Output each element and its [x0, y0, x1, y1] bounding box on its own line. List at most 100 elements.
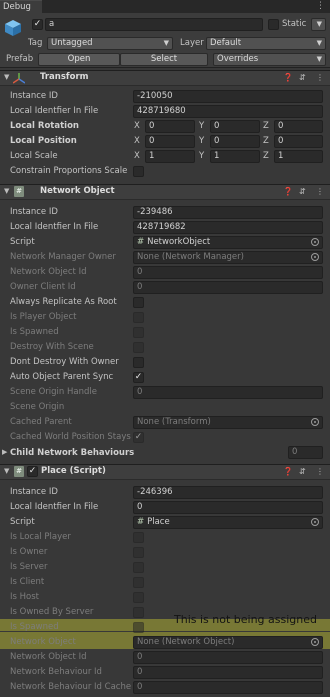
object-picker-icon[interactable]: [311, 518, 319, 526]
network-object-foldout-icon[interactable]: ▼: [4, 184, 9, 199]
tag-dropdown[interactable]: Untagged ▼: [47, 37, 173, 50]
position-y-label[interactable]: Y: [199, 135, 204, 147]
prefab-overrides-dropdown[interactable]: Overrides ▼: [213, 53, 326, 66]
netobj-is-spawned-checkbox[interactable]: [133, 327, 144, 338]
scale-z-field[interactable]: 1: [274, 150, 323, 163]
rotation-y-field[interactable]: 0: [210, 120, 260, 133]
place-network-behaviour-id-cache-field[interactable]: 0: [133, 681, 323, 694]
position-x-field[interactable]: 0: [145, 135, 195, 148]
place-local-identfier-in-file-value: 0: [137, 502, 143, 512]
scale-y-field[interactable]: 1: [210, 150, 260, 163]
preset-icon[interactable]: ⇵: [299, 184, 306, 199]
help-icon[interactable]: ❓: [283, 464, 293, 479]
transform-title: Transform: [40, 72, 89, 82]
netobj-is-player-object-label: Is Player Object: [10, 312, 77, 322]
place-enabled-checkbox[interactable]: ✓: [27, 466, 38, 477]
place-is-host-checkbox[interactable]: [133, 592, 144, 603]
layer-dropdown[interactable]: Default ▼: [206, 37, 326, 50]
place-network-object-field[interactable]: None (Network Object): [133, 636, 323, 649]
place-is-spawned-checkbox[interactable]: [133, 622, 144, 633]
object-picker-icon[interactable]: [311, 238, 319, 246]
netobj-owner-client-id-field[interactable]: 0: [133, 281, 323, 294]
netobj-local-identfier-in-file-field[interactable]: 428719682: [133, 221, 323, 234]
gameobject-active-checkbox[interactable]: ✓: [32, 19, 43, 30]
place-network-object-id-field[interactable]: 0: [133, 651, 323, 664]
chevron-down-icon: ▼: [316, 20, 322, 28]
scale-z-label[interactable]: Z: [263, 150, 269, 162]
constrain-proportions-checkbox[interactable]: [133, 166, 144, 177]
transform-instance-id-field[interactable]: -210050: [133, 90, 323, 103]
rotation-z-field[interactable]: 0: [274, 120, 323, 133]
rotation-x-label[interactable]: X: [134, 120, 140, 132]
local-scale-label: Local Scale: [10, 151, 58, 161]
rotation-z-label[interactable]: Z: [263, 120, 269, 132]
place-is-spawned-label: Is Spawned: [10, 622, 59, 632]
netobj-auto-object-parent-sync-checkbox[interactable]: ✓: [133, 372, 144, 383]
prefab-select-button[interactable]: Select: [120, 53, 208, 66]
context-menu-icon[interactable]: ⋮: [316, 70, 324, 85]
netobj-network-manager-owner-field[interactable]: None (Network Manager): [133, 251, 323, 264]
netobj-destroy-with-scene-label: Destroy With Scene: [10, 342, 94, 352]
position-y-field[interactable]: 0: [210, 135, 260, 148]
transform-local-identifier-field[interactable]: 428719680: [133, 105, 323, 118]
child-network-behaviours-foldout-icon[interactable]: ▶: [2, 445, 7, 460]
scale-x-label[interactable]: X: [134, 150, 140, 162]
netobj-network-object-id-field[interactable]: 0: [133, 266, 323, 279]
place-is-local-player-checkbox[interactable]: [133, 532, 144, 543]
netobj-is-player-object-checkbox[interactable]: [133, 312, 144, 323]
prefab-open-button[interactable]: Open: [38, 53, 120, 66]
scale-y-label[interactable]: Y: [199, 150, 204, 162]
place-is-client-label: Is Client: [10, 577, 45, 587]
transform-foldout-icon[interactable]: ▼: [4, 70, 9, 85]
netobj-cached-world-position-stays-checkbox[interactable]: ✓: [133, 432, 144, 443]
rotation-x-field[interactable]: 0: [145, 120, 195, 133]
object-picker-icon[interactable]: [311, 253, 319, 261]
help-icon[interactable]: ❓: [283, 70, 293, 85]
object-picker-icon[interactable]: [311, 638, 319, 646]
context-menu-icon[interactable]: ⋮: [316, 464, 324, 479]
netobj-always-replicate-as-root-label: Always Replicate As Root: [10, 297, 117, 307]
gameobject-cube-icon: [5, 20, 21, 36]
scale-x-field[interactable]: 1: [145, 150, 195, 163]
gameobject-name-input[interactable]: a: [45, 18, 263, 31]
object-picker-icon[interactable]: [311, 418, 319, 426]
local-position-label: Local Position: [10, 136, 77, 146]
place-network-behaviour-id-label: Network Behaviour Id: [10, 667, 102, 677]
place-local-identfier-in-file-field[interactable]: 0: [133, 501, 323, 514]
place-is-server-checkbox[interactable]: [133, 562, 144, 573]
netobj-instance-id-field[interactable]: -239486: [133, 206, 323, 219]
network-object-title: Network Object: [40, 186, 115, 196]
child-network-behaviours-label: Child Network Behaviours: [10, 448, 135, 458]
position-z-label[interactable]: Z: [263, 135, 269, 147]
help-icon[interactable]: ❓: [283, 184, 293, 199]
netobj-destroy-with-scene-checkbox[interactable]: [133, 342, 144, 353]
netobj-cached-parent-field[interactable]: None (Transform): [133, 416, 323, 429]
position-x-label[interactable]: X: [134, 135, 140, 147]
static-checkbox[interactable]: [268, 19, 279, 30]
netobj-script-field[interactable]: # NetworkObject: [133, 236, 323, 249]
tab-debug[interactable]: Debug: [0, 0, 42, 13]
position-z-field[interactable]: 0: [274, 135, 323, 148]
child-network-behaviours-count[interactable]: 0: [288, 446, 323, 459]
script-icon: #: [137, 237, 148, 247]
preset-icon[interactable]: ⇵: [299, 70, 306, 85]
place-network-behaviour-id-cache-label: Network Behaviour Id Cache: [10, 682, 132, 692]
netobj-script-value: NetworkObject: [147, 237, 211, 247]
place-is-client-checkbox[interactable]: [133, 577, 144, 588]
place-foldout-icon[interactable]: ▼: [4, 464, 9, 479]
place-is-owner-checkbox[interactable]: [133, 547, 144, 558]
place-script-field[interactable]: # Place: [133, 516, 323, 529]
netobj-dont-destroy-with-owner-checkbox[interactable]: [133, 357, 144, 368]
netobj-scene-origin-label: Scene Origin: [10, 402, 65, 412]
netobj-always-replicate-as-root-checkbox[interactable]: [133, 297, 144, 308]
place-network-object-label: Network Object: [10, 637, 76, 647]
tab-menu-icon[interactable]: ⋮: [316, 0, 325, 12]
static-dropdown[interactable]: ▼: [311, 18, 326, 31]
place-is-owned-by-server-checkbox[interactable]: [133, 607, 144, 618]
place-instance-id-field[interactable]: -246396: [133, 486, 323, 499]
rotation-y-label[interactable]: Y: [199, 120, 204, 132]
netobj-scene-origin-handle-field[interactable]: 0: [133, 386, 323, 399]
context-menu-icon[interactable]: ⋮: [316, 184, 324, 199]
place-network-behaviour-id-field[interactable]: 0: [133, 666, 323, 679]
preset-icon[interactable]: ⇵: [299, 464, 306, 479]
